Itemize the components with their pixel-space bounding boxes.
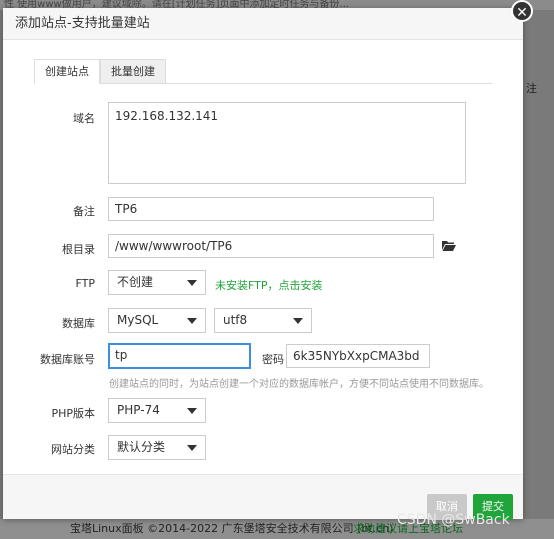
db-password-label: 密码 — [262, 353, 284, 366]
php-version-select[interactable]: PHP-74 — [108, 398, 206, 423]
chevron-down-icon — [187, 280, 197, 286]
ftp-label: FTP — [75, 277, 96, 290]
domain-label: 域名 — [73, 112, 95, 125]
folder-open-icon[interactable] — [442, 240, 456, 251]
database-type-select[interactable]: MySQL — [108, 308, 206, 333]
db-password-input[interactable]: 6k35NYbXxpCMA3bd — [286, 344, 430, 368]
database-charset-value: utf8 — [223, 313, 248, 327]
site-category-label: 网站分类 — [51, 443, 95, 456]
background-column-label: 注 — [526, 82, 537, 95]
remark-label: 备注 — [73, 205, 95, 218]
dialog-title: 添加站点-支持批量建站 — [3, 8, 523, 40]
php-version-value: PHP-74 — [117, 403, 160, 417]
domain-textarea[interactable] — [108, 102, 466, 184]
chevron-down-icon — [187, 318, 197, 324]
ftp-select[interactable]: 不创建 — [108, 270, 206, 295]
php-version-label: PHP版本 — [51, 407, 95, 420]
db-account-label: 数据库账号 — [40, 353, 95, 366]
db-hint-text: 创建站点的同时，为站点创建一个对应的数据库帐户，方便不同站点使用不同数据库。 — [109, 379, 489, 390]
database-label: 数据库 — [62, 317, 95, 330]
close-icon[interactable]: ✕ — [511, 0, 533, 22]
ftp-select-value: 不创建 — [117, 275, 154, 289]
chevron-down-icon — [293, 318, 303, 324]
watermark: CSDN @SwBack — [397, 512, 510, 528]
add-site-dialog: 添加站点-支持批量建站 创建站点 批量创建 域名 备注 TP6 根目录 /www… — [3, 8, 523, 520]
chevron-down-icon — [187, 408, 197, 414]
site-category-select[interactable]: 默认分类 — [108, 435, 206, 460]
site-category-value: 默认分类 — [117, 440, 166, 454]
root-dir-label: 根目录 — [62, 243, 95, 256]
root-dir-input[interactable]: /www/wwwroot/TP6 — [108, 234, 434, 258]
tab-bar: 创建站点 批量创建 — [34, 59, 492, 84]
db-account-input[interactable]: tp — [108, 343, 251, 369]
chevron-down-icon — [187, 445, 197, 451]
install-ftp-link[interactable]: 未安装FTP，点击安装 — [215, 277, 323, 293]
footer-copyright: 宝塔Linux面板 ©2014-2022 广东堡塔安全技术有限公司 (bt.cn… — [70, 522, 394, 535]
dialog-body: 创建站点 批量创建 域名 备注 TP6 根目录 /www/wwwroot/TP6… — [3, 41, 523, 474]
database-type-value: MySQL — [117, 313, 159, 327]
tab-create-site[interactable]: 创建站点 — [34, 59, 100, 84]
database-charset-select[interactable]: utf8 — [214, 308, 312, 333]
remark-input[interactable]: TP6 — [108, 197, 434, 221]
tab-batch-create[interactable]: 批量创建 — [100, 59, 166, 84]
